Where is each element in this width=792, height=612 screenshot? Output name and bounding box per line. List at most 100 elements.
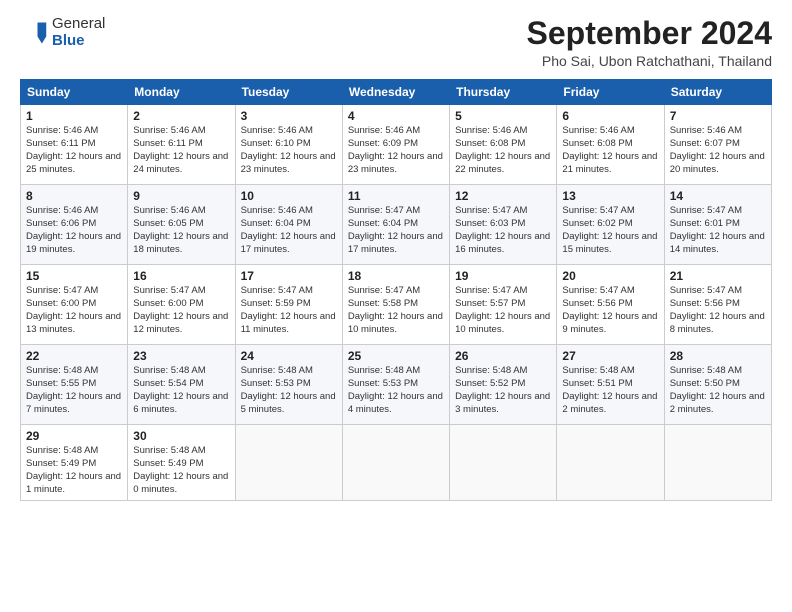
day-number: 27 xyxy=(562,349,658,363)
day-number: 16 xyxy=(133,269,229,283)
day-header-friday: Friday xyxy=(557,80,664,105)
day-number: 6 xyxy=(562,109,658,123)
day-info: Sunrise: 5:46 AMSunset: 6:04 PMDaylight:… xyxy=(241,205,337,256)
day-number: 28 xyxy=(670,349,766,363)
calendar-cell: 1 Sunrise: 5:46 AMSunset: 6:11 PMDaylight… xyxy=(21,105,128,185)
day-number: 13 xyxy=(562,189,658,203)
day-info: Sunrise: 5:47 AMSunset: 6:00 PMDaylight:… xyxy=(133,285,229,336)
calendar-cell: 20 Sunrise: 5:47 AMSunset: 5:56 PMDayligh… xyxy=(557,265,664,345)
day-info: Sunrise: 5:46 AMSunset: 6:05 PMDaylight:… xyxy=(133,205,229,256)
day-number: 29 xyxy=(26,429,122,443)
day-info: Sunrise: 5:46 AMSunset: 6:07 PMDaylight:… xyxy=(670,125,766,176)
calendar-cell: 14Sunrise: 5:47 AMSunset: 6:01 PMDayligh… xyxy=(664,185,771,265)
calendar-cell: 17 Sunrise: 5:47 AMSunset: 5:59 PMDayligh… xyxy=(235,265,342,345)
day-number: 21 xyxy=(670,269,766,283)
calendar-cell: 3 Sunrise: 5:46 AMSunset: 6:10 PMDaylight… xyxy=(235,105,342,185)
calendar: SundayMondayTuesdayWednesdayThursdayFrid… xyxy=(20,79,772,501)
day-number: 7 xyxy=(670,109,766,123)
calendar-cell: 24 Sunrise: 5:48 AMSunset: 5:53 PMDayligh… xyxy=(235,345,342,425)
day-number: 2 xyxy=(133,109,229,123)
calendar-cell: 8Sunrise: 5:46 AMSunset: 6:06 PMDaylight… xyxy=(21,185,128,265)
day-number: 24 xyxy=(241,349,337,363)
calendar-cell: 9Sunrise: 5:46 AMSunset: 6:05 PMDaylight… xyxy=(128,185,235,265)
calendar-cell: 16 Sunrise: 5:47 AMSunset: 6:00 PMDayligh… xyxy=(128,265,235,345)
calendar-cell: 7 Sunrise: 5:46 AMSunset: 6:07 PMDaylight… xyxy=(664,105,771,185)
day-info: Sunrise: 5:48 AMSunset: 5:49 PMDaylight:… xyxy=(133,445,229,496)
day-info: Sunrise: 5:47 AMSunset: 6:04 PMDaylight:… xyxy=(348,205,444,256)
day-number: 10 xyxy=(241,189,337,203)
day-number: 1 xyxy=(26,109,122,123)
calendar-cell: 19 Sunrise: 5:47 AMSunset: 5:57 PMDayligh… xyxy=(450,265,557,345)
day-number: 11 xyxy=(348,189,444,203)
day-number: 3 xyxy=(241,109,337,123)
day-number: 20 xyxy=(562,269,658,283)
day-number: 23 xyxy=(133,349,229,363)
calendar-cell: 4 Sunrise: 5:46 AMSunset: 6:09 PMDaylight… xyxy=(342,105,449,185)
calendar-cell: 12 Sunrise: 5:47 AMSunset: 6:03 PMDayligh… xyxy=(450,185,557,265)
month-title: September 2024 xyxy=(527,16,772,51)
calendar-cell xyxy=(664,425,771,501)
day-number: 19 xyxy=(455,269,551,283)
day-info: Sunrise: 5:48 AMSunset: 5:53 PMDaylight:… xyxy=(348,365,444,416)
day-info: Sunrise: 5:47 AMSunset: 6:00 PMDaylight:… xyxy=(26,285,122,336)
day-info: Sunrise: 5:47 AMSunset: 6:01 PMDaylight:… xyxy=(670,205,766,256)
day-number: 22 xyxy=(26,349,122,363)
day-info: Sunrise: 5:48 AMSunset: 5:50 PMDaylight:… xyxy=(670,365,766,416)
day-number: 18 xyxy=(348,269,444,283)
location: Pho Sai, Ubon Ratchathani, Thailand xyxy=(527,53,772,69)
day-info: Sunrise: 5:46 AMSunset: 6:08 PMDaylight:… xyxy=(455,125,551,176)
calendar-cell: 28 Sunrise: 5:48 AMSunset: 5:50 PMDayligh… xyxy=(664,345,771,425)
day-info: Sunrise: 5:46 AMSunset: 6:08 PMDaylight:… xyxy=(562,125,658,176)
calendar-cell xyxy=(450,425,557,501)
calendar-cell: 2Sunrise: 5:46 AMSunset: 6:11 PMDaylight… xyxy=(128,105,235,185)
day-info: Sunrise: 5:47 AMSunset: 5:56 PMDaylight:… xyxy=(562,285,658,336)
day-info: Sunrise: 5:48 AMSunset: 5:53 PMDaylight:… xyxy=(241,365,337,416)
calendar-cell: 6 Sunrise: 5:46 AMSunset: 6:08 PMDaylight… xyxy=(557,105,664,185)
calendar-cell: 27 Sunrise: 5:48 AMSunset: 5:51 PMDayligh… xyxy=(557,345,664,425)
calendar-cell: 29Sunrise: 5:48 AMSunset: 5:49 PMDayligh… xyxy=(21,425,128,501)
calendar-cell: 22Sunrise: 5:48 AMSunset: 5:55 PMDayligh… xyxy=(21,345,128,425)
day-info: Sunrise: 5:46 AMSunset: 6:09 PMDaylight:… xyxy=(348,125,444,176)
day-info: Sunrise: 5:47 AMSunset: 6:02 PMDaylight:… xyxy=(562,205,658,256)
day-header-sunday: Sunday xyxy=(21,80,128,105)
day-number: 25 xyxy=(348,349,444,363)
day-info: Sunrise: 5:47 AMSunset: 5:56 PMDaylight:… xyxy=(670,285,766,336)
logo-blue-text: Blue xyxy=(52,33,105,50)
day-number: 12 xyxy=(455,189,551,203)
day-number: 5 xyxy=(455,109,551,123)
calendar-cell: 10 Sunrise: 5:46 AMSunset: 6:04 PMDayligh… xyxy=(235,185,342,265)
calendar-cell: 25 Sunrise: 5:48 AMSunset: 5:53 PMDayligh… xyxy=(342,345,449,425)
day-number: 30 xyxy=(133,429,229,443)
calendar-cell: 11 Sunrise: 5:47 AMSunset: 6:04 PMDayligh… xyxy=(342,185,449,265)
day-header-thursday: Thursday xyxy=(450,80,557,105)
day-number: 26 xyxy=(455,349,551,363)
day-info: Sunrise: 5:47 AMSunset: 5:59 PMDaylight:… xyxy=(241,285,337,336)
calendar-cell: 13 Sunrise: 5:47 AMSunset: 6:02 PMDayligh… xyxy=(557,185,664,265)
day-number: 4 xyxy=(348,109,444,123)
calendar-cell xyxy=(235,425,342,501)
day-header-monday: Monday xyxy=(128,80,235,105)
logo: General Blue xyxy=(20,16,105,49)
day-header-wednesday: Wednesday xyxy=(342,80,449,105)
day-info: Sunrise: 5:46 AMSunset: 6:10 PMDaylight:… xyxy=(241,125,337,176)
day-info: Sunrise: 5:48 AMSunset: 5:52 PMDaylight:… xyxy=(455,365,551,416)
calendar-cell: 21 Sunrise: 5:47 AMSunset: 5:56 PMDayligh… xyxy=(664,265,771,345)
day-info: Sunrise: 5:46 AMSunset: 6:11 PMDaylight:… xyxy=(26,125,122,176)
logo-general-text: General xyxy=(52,16,105,33)
day-header-tuesday: Tuesday xyxy=(235,80,342,105)
day-info: Sunrise: 5:47 AMSunset: 5:58 PMDaylight:… xyxy=(348,285,444,336)
calendar-cell: 30 Sunrise: 5:48 AMSunset: 5:49 PMDayligh… xyxy=(128,425,235,501)
logo-icon xyxy=(20,19,48,47)
day-number: 15 xyxy=(26,269,122,283)
day-info: Sunrise: 5:48 AMSunset: 5:51 PMDaylight:… xyxy=(562,365,658,416)
day-number: 8 xyxy=(26,189,122,203)
day-info: Sunrise: 5:48 AMSunset: 5:54 PMDaylight:… xyxy=(133,365,229,416)
calendar-cell xyxy=(342,425,449,501)
calendar-cell xyxy=(557,425,664,501)
day-info: Sunrise: 5:47 AMSunset: 5:57 PMDaylight:… xyxy=(455,285,551,336)
calendar-cell: 18 Sunrise: 5:47 AMSunset: 5:58 PMDayligh… xyxy=(342,265,449,345)
day-info: Sunrise: 5:47 AMSunset: 6:03 PMDaylight:… xyxy=(455,205,551,256)
day-number: 17 xyxy=(241,269,337,283)
calendar-cell: 23 Sunrise: 5:48 AMSunset: 5:54 PMDayligh… xyxy=(128,345,235,425)
title-section: September 2024 Pho Sai, Ubon Ratchathani… xyxy=(527,16,772,69)
